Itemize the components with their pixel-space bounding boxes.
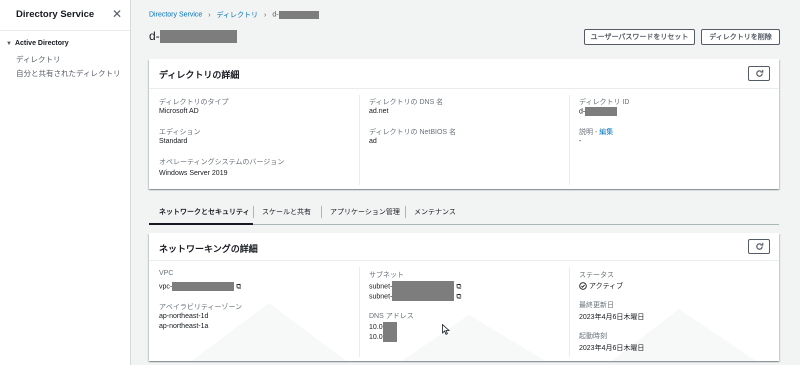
sidebar-divider — [0, 30, 130, 31]
redacted-block — [392, 281, 455, 292]
breadcrumb-directories[interactable]: ディレクトリ — [217, 12, 259, 19]
vpc-prefix: vpc- — [159, 283, 173, 291]
breadcrumb-directory-service[interactable]: Directory Service — [149, 12, 202, 19]
directory-id-label: ディレクトリ ID — [579, 99, 630, 106]
directory-type-label: ディレクトリのタイプ — [159, 99, 229, 106]
tab-network-security[interactable]: ネットワークとセキュリティ — [159, 207, 250, 217]
redacted-block — [382, 332, 397, 342]
last-updated-label: 最終更新日 — [579, 302, 614, 309]
refresh-button[interactable] — [748, 66, 770, 81]
redacted-block — [278, 11, 319, 19]
caret-down-icon: ▼ — [6, 41, 12, 47]
netbios-name-value: ad — [369, 138, 377, 145]
az-label: アベイラビリティーゾーン — [159, 304, 243, 311]
chevron-right-icon: › — [208, 11, 211, 19]
subnet-prefix: subnet- — [369, 293, 393, 301]
redacted-block — [392, 292, 455, 301]
edition-value: Standard — [159, 138, 188, 145]
subnet-prefix: subnet- — [369, 283, 393, 291]
mouse-cursor-icon — [442, 324, 450, 335]
reset-password-button[interactable]: ユーザーパスワードをリセット — [584, 29, 695, 45]
active-tab-indicator — [149, 223, 253, 225]
vpc-label: VPC — [159, 270, 174, 277]
card-header: ネットワーキングの詳細 — [149, 233, 779, 261]
chevron-right-icon: › — [264, 11, 267, 19]
subnet-link-1[interactable]: subnet- ⧉ — [369, 281, 461, 292]
redacted-block — [159, 30, 237, 44]
launch-time-label: 起動時刻 — [579, 333, 607, 340]
launch-time-value: 2023年4月6日木曜日 — [579, 345, 645, 352]
card-header: ディレクトリの詳細 — [149, 59, 779, 89]
tab-divider — [253, 206, 254, 218]
dns-address-prefix: 10.0 — [369, 323, 383, 331]
vpc-link[interactable]: vpc- ⧉ — [159, 282, 241, 291]
os-version-label: オペレーティングシステムのバージョン — [159, 159, 285, 166]
tab-divider — [405, 206, 406, 218]
tab-application-management[interactable]: アプリケーション管理 — [330, 207, 400, 217]
directory-id-value: d- — [579, 107, 618, 116]
tab-maintenance[interactable]: メンテナンス — [414, 207, 456, 217]
refresh-icon — [755, 69, 763, 77]
external-link-icon: ⧉ — [456, 283, 462, 291]
page-title-prefix: d- — [149, 29, 160, 43]
subnet-link-2[interactable]: subnet- ⧉ — [369, 292, 461, 301]
redacted-block — [172, 282, 235, 291]
external-link-icon: ⧉ — [456, 293, 462, 301]
description-label: 説明 - 編集 — [579, 127, 613, 137]
networking-details-card: ネットワーキングの詳細 VPC vpc- ⧉ アベイラビリティーゾーン ap-n… — [149, 233, 779, 361]
check-circle-icon — [579, 282, 587, 290]
close-icon[interactable]: ✕ — [112, 7, 122, 21]
sidebar-item-directories[interactable]: ディレクトリ — [16, 54, 60, 65]
description-value: - — [579, 138, 582, 145]
external-link-icon: ⧉ — [236, 283, 242, 291]
refresh-button[interactable] — [748, 239, 770, 254]
dns-name-value: ad.net — [369, 108, 389, 115]
az-value-1: ap-northeast-1d — [159, 313, 209, 320]
redacted-block — [585, 107, 618, 116]
column-divider — [359, 267, 360, 357]
sidebar-item-shared-directories[interactable]: 自分と共有されたディレクトリ — [16, 68, 120, 79]
dns-address-label: DNS アドレス — [369, 313, 414, 320]
sidebar-title[interactable]: Directory Service — [16, 9, 94, 20]
tab-divider — [321, 206, 322, 218]
description-label-text: 説明 - — [579, 129, 600, 136]
column-divider — [569, 95, 570, 185]
side-navigation: Directory Service ✕ ▼ Active Directory ディ… — [0, 0, 131, 365]
column-divider — [569, 267, 570, 357]
dns-address-prefix: 10.0 — [369, 333, 383, 341]
status-text: アクティブ — [588, 283, 624, 290]
sidebar-section-label: Active Directory — [14, 40, 69, 47]
sidebar-section-active-directory[interactable]: ▼ Active Directory — [6, 40, 69, 47]
card-title: ディレクトリの詳細 — [159, 70, 240, 80]
delete-directory-button[interactable]: ディレクトリを削除 — [701, 29, 780, 45]
description-edit-link[interactable]: 編集 — [599, 129, 613, 136]
last-updated-value: 2023年4月6日木曜日 — [579, 314, 645, 321]
os-version-value: Windows Server 2019 — [159, 170, 228, 177]
tab-bar: ネットワークとセキュリティ スケールと共有 アプリケーション管理 メンテナンス — [149, 200, 779, 225]
directory-details-card: ディレクトリの詳細 ディレクトリのタイプ Microsoft AD エディション… — [149, 59, 779, 189]
netbios-name-label: ディレクトリの NetBIOS 名 — [369, 129, 457, 136]
background-watermark — [191, 303, 757, 361]
breadcrumb: Directory Service › ディレクトリ › d- — [149, 10, 319, 20]
az-value-2: ap-northeast-1a — [159, 323, 209, 330]
dns-name-label: ディレクトリの DNS 名 — [369, 99, 444, 106]
directory-type-value: Microsoft AD — [159, 108, 199, 115]
dns-address-2: 10.0 — [369, 332, 397, 342]
refresh-icon — [755, 242, 763, 250]
subnet-label: サブネット — [369, 272, 404, 279]
status-value: アクティブ — [579, 281, 623, 291]
column-divider — [359, 95, 360, 185]
tab-scale-sharing[interactable]: スケールと共有 — [262, 207, 311, 217]
card-title: ネットワーキングの詳細 — [159, 244, 258, 254]
status-label: ステータス — [579, 272, 614, 279]
edition-label: エディション — [159, 129, 201, 136]
redacted-block — [382, 322, 397, 332]
dns-address-1: 10.0 — [369, 322, 397, 332]
page-title: d- — [149, 29, 237, 44]
